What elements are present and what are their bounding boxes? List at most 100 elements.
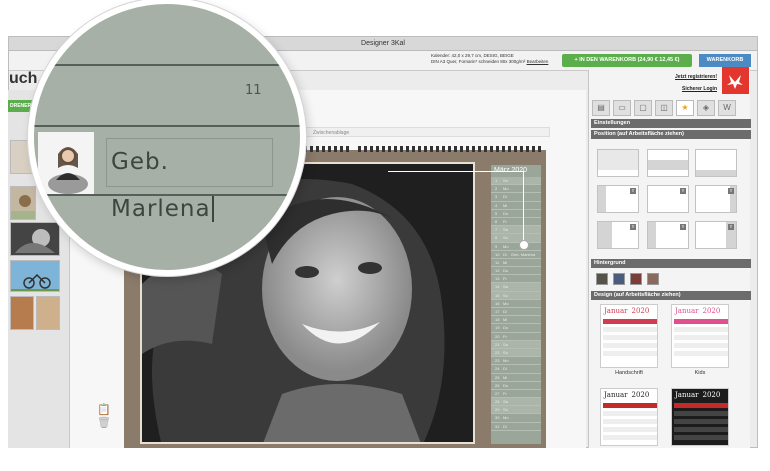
design-preview-lines: [603, 403, 657, 440]
calendar-weekday: Di: [503, 423, 507, 429]
zoom-day-number: 11: [245, 83, 262, 98]
calendar-row[interactable]: 18 Mi: [491, 316, 541, 325]
text-cursor: [211, 196, 214, 222]
text-marker-icon: T: [728, 224, 734, 230]
design-month-label: Januar 2020: [604, 391, 650, 399]
calendar-day: 15: [495, 292, 500, 298]
calendar-day: 16: [495, 300, 500, 306]
calendar-row[interactable]: 13 Fr: [491, 275, 541, 284]
design-tile[interactable]: Januar 2020: [600, 388, 658, 446]
position-tile[interactable]: T: [597, 221, 639, 249]
calendar-row[interactable]: 29 So: [491, 406, 541, 415]
calendar-row[interactable]: 24 Di: [491, 365, 541, 374]
brand-logo: [722, 67, 749, 94]
tab-frame-icon[interactable]: ◫: [655, 100, 673, 116]
design-caption: Handschrift: [615, 370, 643, 376]
photo-thumb-3[interactable]: [10, 222, 60, 256]
calendar-weekday: Mo: [503, 415, 509, 421]
calendar-row[interactable]: 31 Di: [491, 423, 541, 431]
position-tile[interactable]: T: [597, 185, 639, 213]
calendar-row[interactable]: 19 Do: [491, 324, 541, 333]
tab-font-icon[interactable]: W: [718, 100, 736, 116]
photo-thumb-2[interactable]: [10, 186, 36, 220]
register-link[interactable]: Jetzt registrieren!: [645, 71, 717, 83]
account-links: Jetzt registrieren! Sicherer Login: [645, 71, 717, 95]
position-grid: T T T T T T: [597, 149, 741, 253]
design-month-label: Januar 2020: [604, 307, 650, 315]
tab-image-icon[interactable]: ▢: [634, 100, 652, 116]
birthday-entry[interactable]: Geb. Marlena: [106, 138, 273, 222]
product-edit-link[interactable]: Bearbeiten: [527, 59, 549, 64]
zoom-row-line: [34, 64, 300, 66]
calendar-row[interactable]: 30 Mo: [491, 414, 541, 423]
background-swatch[interactable]: [613, 273, 625, 285]
calendar-row[interactable]: 21 Sa: [491, 340, 541, 349]
calendar-row[interactable]: 17 Di: [491, 308, 541, 317]
design-month-label: Januar 2020: [675, 391, 721, 399]
design-tile[interactable]: Januar 2020: [671, 388, 729, 446]
calendar-row[interactable]: 26 Do: [491, 382, 541, 390]
calendar-row[interactable]: 28 Sa: [491, 398, 541, 407]
background-swatch[interactable]: [596, 273, 608, 285]
calendar-weekday: Fr: [503, 276, 507, 282]
calendar-row[interactable]: 16 Mo: [491, 300, 541, 308]
photo-thumb-6[interactable]: [36, 296, 60, 330]
position-tile[interactable]: [597, 149, 639, 177]
photo-thumb-4[interactable]: [10, 260, 60, 292]
calendar-row[interactable]: 27 Fr: [491, 390, 541, 399]
calendar-row[interactable]: 14 Sa: [491, 283, 541, 292]
position-tile[interactable]: [695, 149, 737, 177]
position-tile[interactable]: T: [695, 221, 737, 249]
calendar-weekday: Mo: [503, 300, 509, 306]
zoom-magnifier: 11 Geb. Marlena: [28, 0, 306, 276]
add-to-cart-button[interactable]: + IN DEN WARENKORB (24,90 € 12,45 €): [562, 54, 692, 67]
background-swatch[interactable]: [647, 273, 659, 285]
trash-icon[interactable]: 🗑: [97, 417, 111, 429]
calendar-day: 31: [495, 423, 500, 429]
calendar-row[interactable]: 12 Do: [491, 267, 541, 276]
calendar-row[interactable]: 23 Mo: [491, 357, 541, 366]
calendar-weekday: Sa: [503, 399, 508, 405]
text-marker-icon: T: [630, 224, 636, 230]
design-tile[interactable]: Januar 2020: [600, 304, 658, 368]
calendar-day: 11: [495, 259, 500, 265]
calendar-day: 26: [495, 382, 500, 388]
tab-star-icon[interactable]: ★: [676, 100, 694, 116]
section-position[interactable]: Position (auf Arbeitsfläche ziehen): [591, 130, 751, 139]
tab-text-icon[interactable]: ▭: [613, 100, 631, 116]
section-design[interactable]: Design (auf Arbeitsfläche ziehen): [591, 291, 751, 300]
tab-layout-icon[interactable]: ▤: [592, 100, 610, 116]
calendar-day: 14: [495, 284, 500, 290]
calendar-weekday: Do: [503, 325, 509, 331]
calendar-day: 17: [495, 309, 500, 314]
calendar-row[interactable]: 11 Mi: [491, 259, 541, 268]
product-info-line2: DIN A3 Quer, Fornarin* schneiden 80x 300…: [431, 59, 549, 64]
position-tile[interactable]: T: [647, 185, 689, 213]
calendar-weekday: Sa: [503, 341, 508, 347]
zoom-row-line: [34, 125, 300, 127]
position-tile[interactable]: T: [647, 221, 689, 249]
position-tile[interactable]: [647, 149, 689, 177]
paste-icon[interactable]: 📋: [97, 404, 111, 416]
calendar-row[interactable]: 15 So: [491, 291, 541, 300]
calendar-row[interactable]: 20 Fr: [491, 333, 541, 341]
login-link[interactable]: Sicherer Login: [645, 83, 717, 95]
zoom-target-dot: [519, 240, 529, 250]
design-preview-lines: [674, 403, 728, 440]
calendar-day: 30: [495, 415, 500, 421]
background-swatch[interactable]: [630, 273, 642, 285]
section-settings[interactable]: Einstellungen: [591, 119, 751, 128]
design-tile[interactable]: Januar 2020: [671, 304, 729, 368]
section-background[interactable]: Hintergrund: [591, 259, 751, 268]
cart-tab[interactable]: WARENKORB: [699, 54, 751, 67]
tab-layers-icon[interactable]: ◈: [697, 100, 715, 116]
text-marker-icon: T: [728, 188, 734, 194]
photo-thumb-5[interactable]: [10, 296, 34, 330]
calendar-day: 24: [495, 366, 500, 372]
calendar-row[interactable]: 22 So: [491, 348, 541, 358]
calendar-row[interactable]: 10 Di Geb. Marlena: [491, 251, 541, 259]
calendar-weekday: So: [503, 407, 508, 413]
calendar-day: 19: [495, 325, 500, 331]
position-tile[interactable]: T: [695, 185, 737, 213]
calendar-row[interactable]: 25 Mi: [491, 374, 541, 382]
